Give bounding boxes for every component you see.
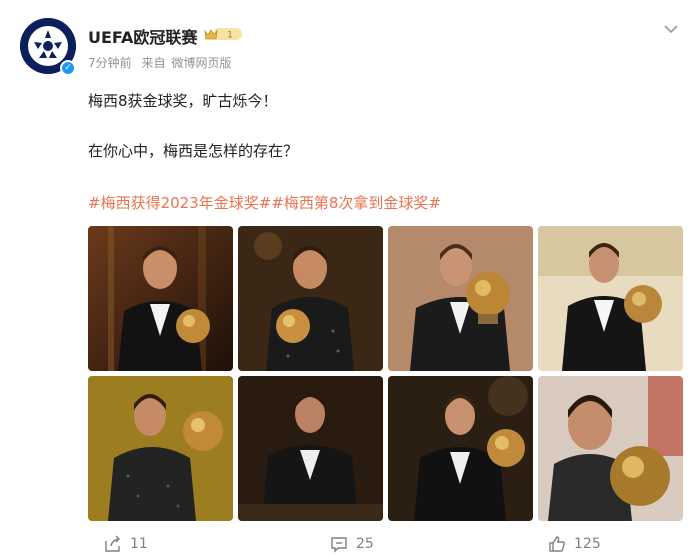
vip-badge-icon[interactable]: 1 — [203, 26, 243, 42]
vip-level: 1 — [227, 31, 233, 41]
post-header: ✓ UEFA欧冠联赛 1 7分钟前 来自 微博网页版 — [20, 18, 680, 78]
action-bar: 11 25 125 — [0, 528, 700, 557]
messi-trophy-photo — [88, 226, 233, 371]
photo-6[interactable] — [238, 376, 383, 521]
post-text-line-2: 在你心中，梅西是怎样的存在？ — [88, 142, 299, 160]
messi-trophy-photo — [238, 226, 383, 371]
photo-5[interactable] — [88, 376, 233, 521]
source-prefix: 来自 — [141, 56, 166, 70]
messi-trophy-photo — [88, 376, 233, 521]
post-meta: 7分钟前 来自 微博网页版 — [88, 54, 238, 71]
post-text-line-1: 梅西8获金球奖，旷古烁今！ — [88, 92, 278, 110]
comment-count: 25 — [356, 536, 374, 552]
photo-2[interactable] — [238, 226, 383, 371]
chevron-down-icon[interactable] — [664, 24, 678, 34]
messi-trophy-photo — [538, 226, 683, 371]
comment-icon — [331, 537, 347, 553]
photo-1[interactable] — [88, 226, 233, 371]
repost-count: 11 — [130, 536, 148, 552]
messi-trophy-photo — [388, 376, 533, 521]
photo-7[interactable] — [388, 376, 533, 521]
like-button[interactable]: 125 — [548, 534, 601, 554]
author-name[interactable]: UEFA欧冠联赛 — [88, 24, 197, 48]
post-time[interactable]: 7分钟前 — [88, 56, 132, 70]
photo-grid — [88, 226, 684, 522]
photo-8[interactable] — [538, 376, 683, 521]
photo-3[interactable] — [388, 226, 533, 371]
photo-4[interactable] — [538, 226, 683, 371]
hashtag-links[interactable]: #梅西获得2023年金球奖##梅西第8次拿到金球奖# — [88, 192, 441, 213]
messi-trophy-photo — [538, 376, 683, 521]
comment-button[interactable]: 25 — [330, 534, 374, 554]
messi-trophy-photo — [238, 376, 383, 521]
like-count: 125 — [574, 536, 601, 552]
share-icon — [105, 535, 120, 552]
verified-badge-icon: ✓ — [60, 60, 76, 76]
thumbs-up-icon — [549, 536, 565, 552]
repost-button[interactable]: 11 — [104, 534, 148, 554]
post-source[interactable]: 微博网页版 — [171, 56, 231, 70]
messi-trophy-photo — [388, 226, 533, 371]
